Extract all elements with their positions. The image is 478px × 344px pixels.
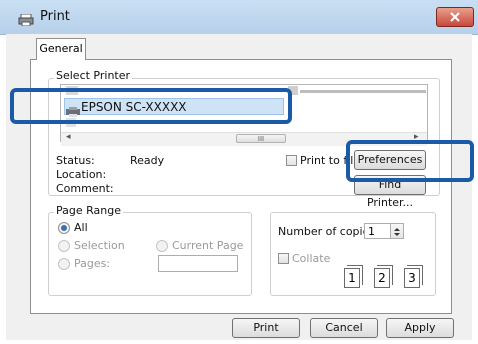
all-radio[interactable]: [58, 222, 70, 234]
printer-icon: [18, 11, 34, 27]
close-icon: [450, 12, 460, 22]
copies-input[interactable]: 1: [364, 223, 392, 239]
selection-label: Selection: [74, 239, 125, 252]
collate-label: Collate: [292, 252, 331, 265]
window-title: Print: [40, 9, 70, 24]
scroll-left-icon[interactable]: ◂: [66, 132, 71, 142]
printer-highlight-callout: [10, 88, 292, 124]
print-dialog: Print General Select Printer EPSON SC-XX…: [0, 0, 478, 344]
collate-checkbox[interactable]: [278, 253, 289, 264]
title-bar[interactable]: Print: [0, 0, 478, 35]
status-value: Ready: [130, 154, 165, 167]
cancel-button[interactable]: Cancel: [310, 318, 378, 338]
collate-page: 2: [374, 268, 390, 288]
collate-page: 3: [404, 268, 420, 288]
pages-radio[interactable]: [58, 258, 70, 270]
pages-label: Pages:: [74, 257, 111, 270]
comment-label: Comment:: [56, 182, 114, 195]
close-button[interactable]: [436, 7, 474, 27]
status-label: Status:: [56, 154, 95, 167]
print-to-file-checkbox[interactable]: [286, 155, 297, 166]
preferences-highlight-callout: [346, 140, 474, 182]
scroll-thumb[interactable]: III: [236, 134, 286, 143]
current-page-label: Current Page: [172, 239, 244, 252]
page-range-title: Page Range: [54, 204, 123, 217]
pages-input[interactable]: [158, 255, 238, 272]
printer-item-placeholder: [300, 90, 426, 93]
selection-radio[interactable]: [58, 240, 70, 252]
collate-page: 1: [344, 268, 360, 288]
apply-button[interactable]: Apply: [386, 318, 454, 338]
all-label: All: [74, 221, 88, 234]
stepper-arrows-icon: [394, 228, 400, 236]
select-printer-title: Select Printer: [54, 69, 133, 82]
tab-general[interactable]: General: [36, 38, 86, 60]
copies-stepper[interactable]: [390, 223, 404, 239]
current-page-radio[interactable]: [156, 240, 168, 252]
print-button[interactable]: Print: [232, 318, 300, 338]
location-label: Location:: [56, 168, 107, 181]
